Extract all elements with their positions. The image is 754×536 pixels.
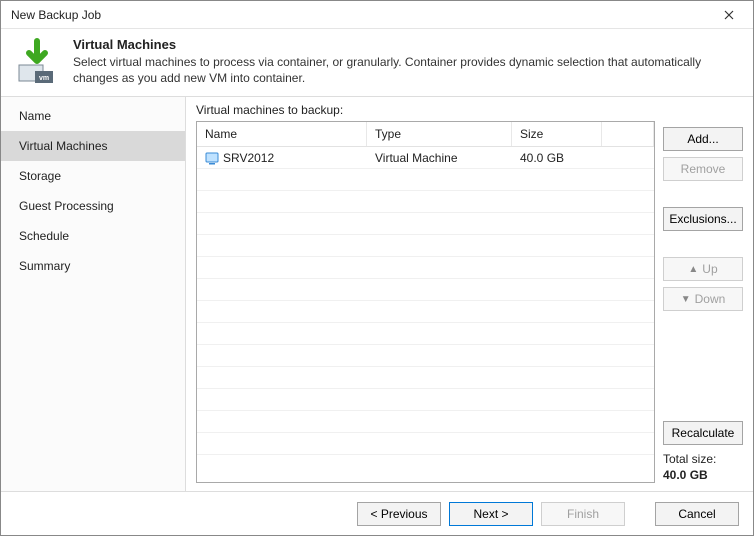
total-size-value: 40.0 GB xyxy=(663,467,743,483)
exclusions-button[interactable]: Exclusions... xyxy=(663,207,743,231)
recalculate-button[interactable]: Recalculate xyxy=(663,421,743,445)
next-button[interactable]: Next > xyxy=(449,502,533,526)
cell-size: 40.0 GB xyxy=(512,151,602,165)
vm-table-header: Name Type Size xyxy=(197,122,654,147)
table-row xyxy=(197,389,654,411)
table-row xyxy=(197,169,654,191)
sidebar-item-name[interactable]: Name xyxy=(1,101,185,131)
vm-backup-icon: vm xyxy=(13,37,61,85)
vm-icon xyxy=(205,151,219,165)
table-row[interactable]: SRV2012 Virtual Machine 40.0 GB xyxy=(197,147,654,169)
finish-button[interactable]: Finish xyxy=(541,502,625,526)
close-button[interactable] xyxy=(711,1,747,28)
table-row xyxy=(197,433,654,455)
vm-action-buttons: Add... Remove Exclusions... ▲Up ▼Down Re… xyxy=(663,103,743,483)
table-row xyxy=(197,191,654,213)
cell-name-text: SRV2012 xyxy=(223,151,274,165)
remove-button[interactable]: Remove xyxy=(663,157,743,181)
sidebar-item-schedule[interactable]: Schedule xyxy=(1,221,185,251)
window-title: New Backup Job xyxy=(11,8,711,22)
table-row xyxy=(197,213,654,235)
table-row xyxy=(197,345,654,367)
wizard-header: vm Virtual Machines Select virtual machi… xyxy=(1,29,753,96)
cell-type: Virtual Machine xyxy=(367,151,512,165)
vm-table-area: Virtual machines to backup: Name Type Si… xyxy=(196,103,655,483)
wizard-step-description: Select virtual machines to process via c… xyxy=(73,54,741,86)
arrow-down-icon: ▼ xyxy=(681,294,691,305)
vm-table: Name Type Size SRV2012 Virtual Machine xyxy=(196,121,655,483)
total-size-block: Total size: 40.0 GB xyxy=(663,451,743,483)
table-row xyxy=(197,279,654,301)
sidebar-item-guest-processing[interactable]: Guest Processing xyxy=(1,191,185,221)
table-row xyxy=(197,323,654,345)
previous-button[interactable]: < Previous xyxy=(357,502,441,526)
wizard-header-text: Virtual Machines Select virtual machines… xyxy=(73,37,741,86)
total-size-label: Total size: xyxy=(663,451,743,467)
table-row xyxy=(197,367,654,389)
up-button[interactable]: ▲Up xyxy=(663,257,743,281)
col-type[interactable]: Type xyxy=(367,122,512,146)
table-row xyxy=(197,257,654,279)
svg-text:vm: vm xyxy=(39,75,49,82)
vm-table-label: Virtual machines to backup: xyxy=(196,103,655,117)
table-row xyxy=(197,411,654,433)
col-size[interactable]: Size xyxy=(512,122,602,146)
wizard-main-panel: Virtual machines to backup: Name Type Si… xyxy=(186,97,753,491)
wizard-steps-sidebar: Name Virtual Machines Storage Guest Proc… xyxy=(1,97,186,491)
wizard-footer: < Previous Next > Finish Cancel xyxy=(1,491,753,535)
table-row xyxy=(197,235,654,257)
down-button[interactable]: ▼Down xyxy=(663,287,743,311)
wizard-step-title: Virtual Machines xyxy=(73,37,741,52)
col-name[interactable]: Name xyxy=(197,122,367,146)
cancel-button[interactable]: Cancel xyxy=(655,502,739,526)
cell-name: SRV2012 xyxy=(197,151,367,165)
sidebar-item-virtual-machines[interactable]: Virtual Machines xyxy=(1,131,185,161)
wizard-body: Name Virtual Machines Storage Guest Proc… xyxy=(1,96,753,491)
titlebar: New Backup Job xyxy=(1,1,753,29)
table-row xyxy=(197,301,654,323)
close-icon xyxy=(724,10,734,20)
wizard-window: New Backup Job vm Virtual Machines Selec… xyxy=(0,0,754,536)
col-spacer xyxy=(602,122,654,146)
sidebar-item-summary[interactable]: Summary xyxy=(1,251,185,281)
add-button[interactable]: Add... xyxy=(663,127,743,151)
arrow-up-icon: ▲ xyxy=(688,264,698,275)
sidebar-item-storage[interactable]: Storage xyxy=(1,161,185,191)
vm-table-body: SRV2012 Virtual Machine 40.0 GB xyxy=(197,147,654,482)
